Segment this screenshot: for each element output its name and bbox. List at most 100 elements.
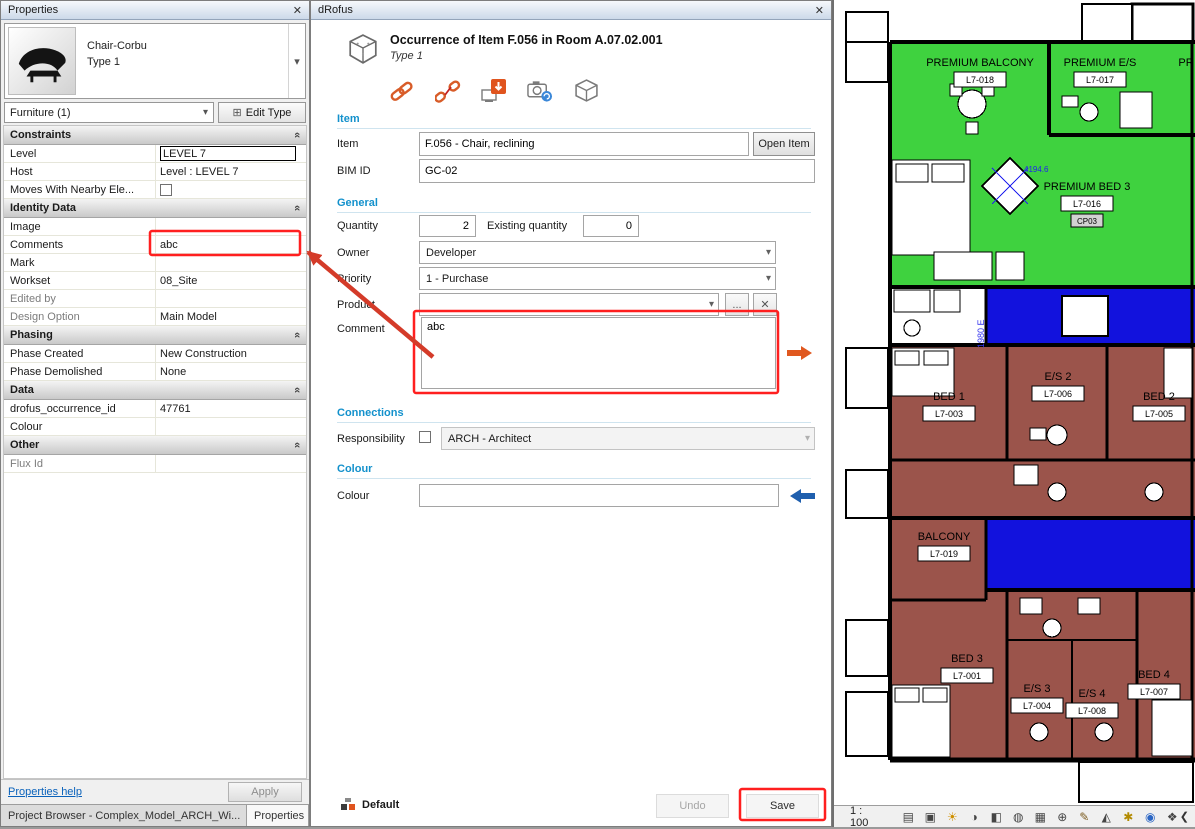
- drofus-logo-icon: [341, 798, 356, 811]
- edit-type-icon: ⊞: [233, 106, 242, 119]
- bim-id-input[interactable]: [419, 159, 815, 183]
- annotate-icon[interactable]: ✎: [1077, 810, 1092, 824]
- section-header-other[interactable]: Other «: [4, 436, 306, 455]
- property-row-flux-id: Flux Id: [4, 455, 306, 473]
- collapse-chevron-icon[interactable]: «: [291, 332, 303, 338]
- room-label: E/S 4: [1079, 688, 1106, 700]
- unlink-icon[interactable]: [435, 78, 461, 103]
- property-row-colour[interactable]: Colour: [4, 418, 306, 436]
- 3d-box-icon[interactable]: [573, 78, 599, 103]
- open-item-button[interactable]: Open Item: [753, 132, 815, 156]
- property-row-phase-created[interactable]: Phase Created New Construction: [4, 345, 306, 363]
- room-label-partial: PR: [1178, 57, 1193, 69]
- tab-properties[interactable]: Properties: [247, 805, 309, 826]
- priority-select[interactable]: 1 - Purchase ▾: [419, 267, 776, 290]
- responsibility-checkbox[interactable]: [419, 431, 431, 443]
- properties-titlebar[interactable]: Properties ✕: [1, 1, 309, 20]
- section-item: Item: [337, 113, 811, 129]
- section-header-phasing[interactable]: Phasing «: [4, 326, 306, 345]
- room-label: E/S 2: [1045, 371, 1072, 383]
- drofus-toolbar: [389, 78, 599, 103]
- section-colour: Colour: [337, 463, 811, 479]
- drofus-titlebar[interactable]: dRofus ✕: [311, 1, 831, 20]
- comments-value-field[interactable]: abc: [156, 236, 306, 253]
- moves-with-nearby-checkbox[interactable]: [160, 184, 172, 196]
- level-value-field[interactable]: LEVEL 7: [160, 146, 296, 161]
- show-crop-region-icon[interactable]: ▦: [1033, 810, 1048, 824]
- property-row-mark[interactable]: Mark: [4, 254, 306, 272]
- product-clear-button[interactable]: ✕: [753, 293, 777, 316]
- camera-sync-icon[interactable]: [527, 78, 553, 103]
- shadows-icon[interactable]: ◑: [967, 810, 982, 824]
- properties-help-link[interactable]: Properties help: [8, 786, 82, 798]
- analytical-model-icon[interactable]: ◭: [1099, 810, 1114, 824]
- colour-label: Colour: [337, 490, 369, 502]
- chevron-down-icon: ▾: [805, 433, 810, 444]
- collapse-chevron-icon[interactable]: «: [291, 387, 303, 393]
- view-scale-button[interactable]: 1 : 100: [850, 805, 877, 829]
- product-select[interactable]: ▾: [419, 293, 719, 316]
- back-chevron-icon[interactable]: ❮: [1180, 810, 1189, 823]
- property-row-comments[interactable]: Comments abc: [4, 236, 306, 254]
- room-label: BED 4: [1138, 669, 1170, 681]
- category-filter-value: Furniture (1): [10, 107, 71, 119]
- visual-style-icon[interactable]: ◧: [989, 810, 1004, 824]
- property-row-level[interactable]: Level LEVEL 7: [4, 145, 306, 163]
- room-number-badge: L7-008: [1078, 706, 1106, 716]
- owner-select[interactable]: Developer ▾: [419, 241, 776, 264]
- worksharing-display-icon[interactable]: ◉: [1143, 810, 1158, 824]
- responsibility-select[interactable]: ARCH - Architect ▾: [441, 427, 815, 450]
- room-label: BED 1: [933, 391, 965, 403]
- constraints-icon[interactable]: ⊕: [1055, 810, 1070, 824]
- section-header-identity-data[interactable]: Identity Data «: [4, 199, 306, 218]
- quantity-input[interactable]: [419, 215, 476, 237]
- property-row-image[interactable]: Image: [4, 218, 306, 236]
- property-row-drofus-occurrence-id[interactable]: drofus_occurrence_id 47761: [4, 400, 306, 418]
- reveal-hidden-icon[interactable]: ✱: [1121, 810, 1136, 824]
- responsibility-label: Responsibility: [337, 433, 405, 445]
- property-row-workset[interactable]: Workset 08_Site: [4, 272, 306, 290]
- temporary-view-icon[interactable]: ❖: [1165, 810, 1180, 824]
- tab-project-browser[interactable]: Project Browser - Complex_Model_ARCH_Wi.…: [1, 805, 247, 826]
- close-icon[interactable]: ✕: [293, 4, 302, 17]
- crop-view-icon[interactable]: ▣: [923, 810, 938, 824]
- copy-to-revit-arrow-icon[interactable]: [787, 345, 813, 361]
- default-config[interactable]: Default: [341, 798, 399, 811]
- existing-quantity-input[interactable]: [583, 215, 639, 237]
- push-to-model-icon[interactable]: [481, 78, 507, 103]
- edit-type-button[interactable]: ⊞ Edit Type: [218, 102, 306, 123]
- vertical-dimension-text: 1980 E: [976, 319, 986, 348]
- section-header-data[interactable]: Data «: [4, 381, 306, 400]
- close-icon[interactable]: ✕: [815, 4, 824, 17]
- room-label: BALCONY: [918, 531, 971, 543]
- copy-from-revit-arrow-icon[interactable]: [789, 488, 815, 504]
- comment-textarea[interactable]: abc: [421, 317, 776, 389]
- type-selector[interactable]: Chair-Corbu Type 1 ▾: [4, 23, 306, 99]
- chair-thumbnail: [8, 27, 76, 95]
- room-label: BED 3: [951, 653, 983, 665]
- item-input[interactable]: [419, 132, 749, 156]
- collapse-chevron-icon[interactable]: «: [291, 132, 303, 138]
- property-row-phase-demolished[interactable]: Phase Demolished None: [4, 363, 306, 381]
- apply-button[interactable]: Apply: [228, 782, 302, 802]
- room-number-badge: L7-004: [1023, 701, 1051, 711]
- colour-input[interactable]: [419, 484, 779, 507]
- property-row-host[interactable]: Host Level : LEVEL 7: [4, 163, 306, 181]
- hide-isolate-icon[interactable]: ◍: [1011, 810, 1026, 824]
- sun-path-icon[interactable]: ☀: [945, 810, 960, 824]
- link-icon[interactable]: [389, 78, 415, 103]
- property-row-moves-with-nearby[interactable]: Moves With Nearby Ele...: [4, 181, 306, 199]
- collapse-chevron-icon[interactable]: «: [291, 205, 303, 211]
- owner-label: Owner: [337, 247, 369, 259]
- room-label: PREMIUM BED 3: [1044, 181, 1131, 193]
- collapse-chevron-icon[interactable]: «: [291, 442, 303, 448]
- floor-plan-canvas[interactable]: 4194.6 1980 E PREMIUM BALCONY L7-018 PRE…: [834, 0, 1195, 805]
- category-filter-select[interactable]: Furniture (1) ▾: [4, 102, 214, 123]
- product-browse-button[interactable]: ...: [725, 293, 749, 316]
- floor-plan-view: 4194.6 1980 E PREMIUM BALCONY L7-018 PRE…: [832, 0, 1195, 827]
- type-selector-dropdown-icon[interactable]: ▾: [288, 24, 305, 98]
- undo-button[interactable]: Undo: [656, 794, 729, 818]
- save-button[interactable]: Save: [746, 794, 819, 818]
- section-header-constraints[interactable]: Constraints «: [4, 126, 306, 145]
- detail-level-icon[interactable]: ▤: [901, 810, 916, 824]
